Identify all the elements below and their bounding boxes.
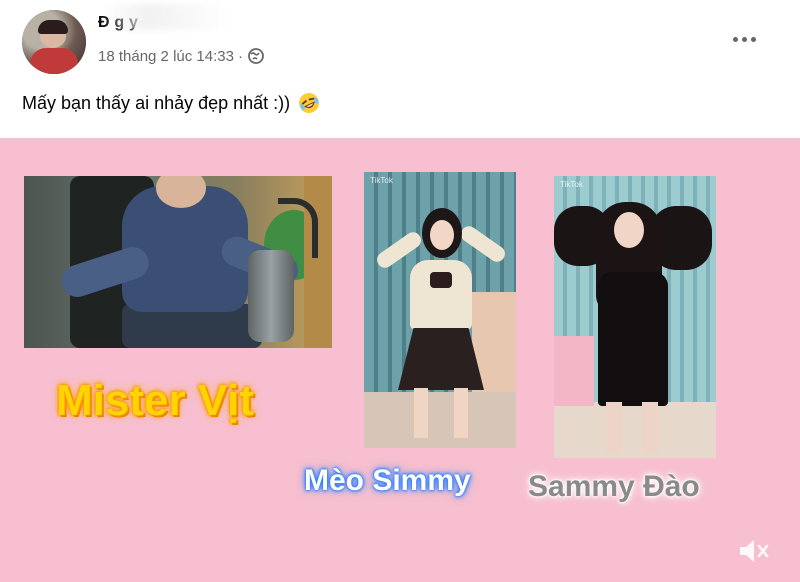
more-dot — [741, 36, 747, 42]
caption-text: Mấy bạn thấy ai nhảy đẹp nhất :)) — [22, 92, 291, 113]
avatar[interactable] — [22, 10, 86, 74]
muted-speaker-icon[interactable] — [736, 536, 772, 566]
rofl-emoji-icon — [298, 92, 320, 114]
label-mister-vit: Mister Vịt — [56, 376, 255, 425]
label-sammy-dao: Sammy Đào — [528, 470, 700, 503]
post-media[interactable]: TikTok TikTok Mister Vịt Mèo Simmy Sammy… — [0, 138, 800, 582]
dance-frame-2: TikTok — [364, 172, 516, 448]
tiktok-watermark: TikTok — [560, 180, 583, 189]
meta-separator: · — [237, 47, 243, 65]
post-timestamp[interactable]: 18 tháng 2 lúc 14:33 — [98, 48, 234, 65]
more-options-button[interactable] — [722, 22, 766, 56]
dance-frame-3: TikTok — [554, 176, 716, 458]
more-dot — [732, 36, 738, 42]
dance-frame-1 — [24, 176, 332, 348]
post-header: Đ g y 18 tháng 2 lúc 14:33 · Mấy bạn thấ… — [0, 0, 800, 138]
post-caption: Mấy bạn thấy ai nhảy đẹp nhất :)) — [22, 92, 320, 114]
globe-icon[interactable] — [247, 47, 265, 65]
label-meo-simmy: Mèo Simmy — [304, 464, 471, 497]
more-dot — [750, 36, 756, 42]
tiktok-watermark: TikTok — [370, 176, 393, 185]
post-meta: 18 tháng 2 lúc 14:33 · — [98, 46, 265, 66]
name-redaction — [100, 4, 340, 30]
